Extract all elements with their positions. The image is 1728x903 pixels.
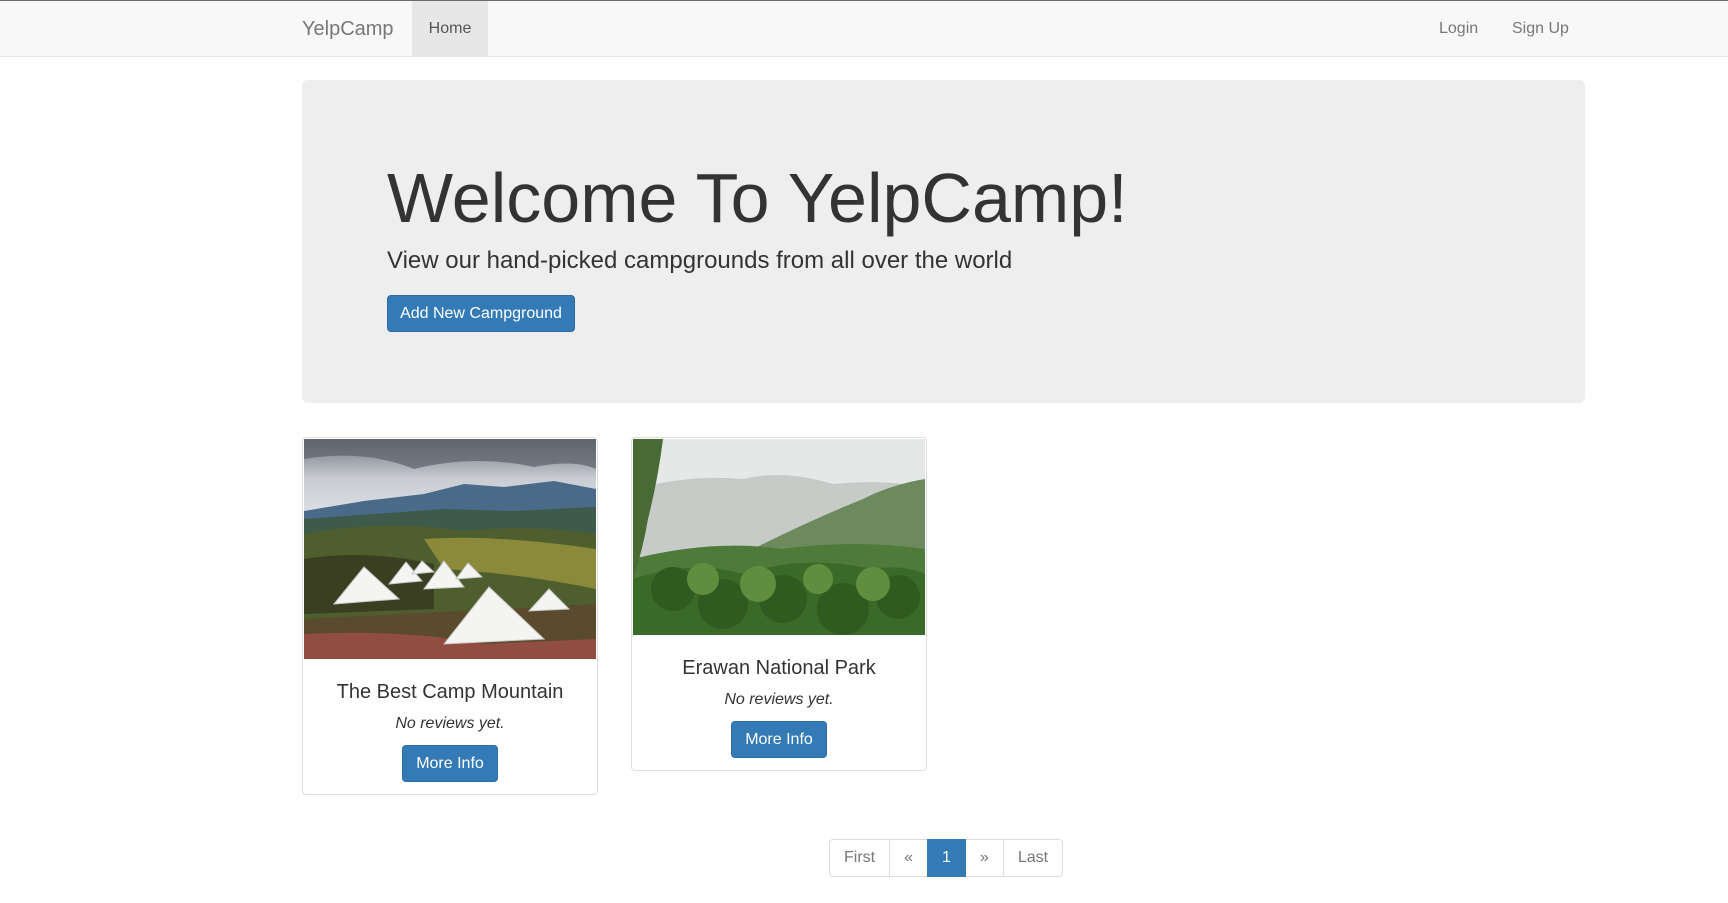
navbar: YelpCamp Home Login Sign Up <box>0 0 1728 57</box>
pagination: First « 1 » Last <box>829 839 1064 877</box>
page-first-link[interactable]: First <box>829 839 891 877</box>
page-next-link[interactable]: » <box>964 839 1004 877</box>
page-current[interactable]: 1 <box>927 839 966 877</box>
jumbotron: Welcome To YelpCamp! View our hand-picke… <box>302 80 1585 403</box>
campground-name[interactable]: Erawan National Park <box>632 656 926 680</box>
card-body: Erawan National Park No reviews yet. Mor… <box>632 636 926 758</box>
page-last-link[interactable]: Last <box>1002 839 1064 877</box>
campground-image <box>304 439 596 659</box>
add-campground-button[interactable]: Add New Campground <box>387 295 575 332</box>
more-info-button[interactable]: More Info <box>402 745 498 782</box>
campground-card: Erawan National Park No reviews yet. Mor… <box>631 437 927 771</box>
page-subtitle: View our hand-picked campgrounds from al… <box>387 247 1013 274</box>
page-prev-link[interactable]: « <box>889 839 929 877</box>
nav-signup-link[interactable]: Sign Up <box>1512 1 1569 57</box>
nav-home-link[interactable]: Home <box>412 1 488 57</box>
campground-name[interactable]: The Best Camp Mountain <box>303 680 597 704</box>
reviews-text: No reviews yet. <box>395 715 505 732</box>
brand-link[interactable]: YelpCamp <box>302 1 394 57</box>
reviews-text: No reviews yet. <box>724 691 834 708</box>
nav-login-link[interactable]: Login <box>1439 1 1478 57</box>
more-info-button[interactable]: More Info <box>731 721 827 758</box>
campground-card: The Best Camp Mountain No reviews yet. M… <box>302 437 598 795</box>
campground-image <box>633 439 925 635</box>
card-body: The Best Camp Mountain No reviews yet. M… <box>303 660 597 782</box>
page-title: Welcome To YelpCamp! <box>387 159 1128 237</box>
